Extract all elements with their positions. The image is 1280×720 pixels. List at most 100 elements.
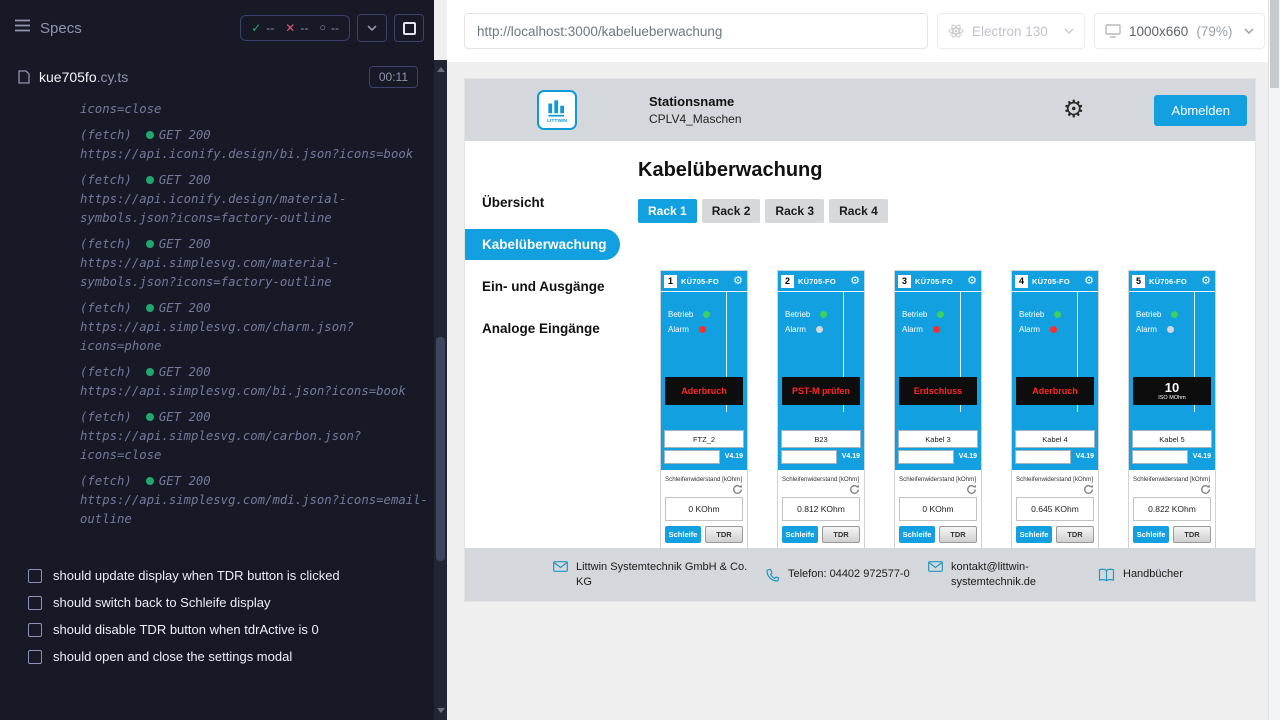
status-dot <box>146 477 154 485</box>
refresh-icon[interactable] <box>966 482 977 500</box>
log-entry[interactable]: (fetch)GET 200 https://api.simplesvg.com… <box>80 363 430 401</box>
test-title[interactable]: should switch back to Schleife display <box>0 589 420 616</box>
tdr-button[interactable]: TDR <box>1056 526 1094 543</box>
card-number: 4 <box>1015 275 1028 288</box>
version-input[interactable] <box>781 450 837 464</box>
schleife-button[interactable]: Schleife <box>899 526 935 543</box>
tdr-button[interactable]: TDR <box>1173 526 1211 543</box>
cable-name-input[interactable]: FTZ_2 <box>664 430 744 448</box>
test-title[interactable]: should disable TDR button when tdrActive… <box>0 616 420 643</box>
cable-name-input[interactable]: B23 <box>781 430 861 448</box>
card-gear-icon[interactable]: ⚙ <box>967 276 977 287</box>
browser-select[interactable]: Electron 130 <box>937 13 1085 49</box>
footer-email[interactable]: kontakt@littwin-systemtechnik.de <box>928 560 1098 590</box>
test-title[interactable]: should open and close the settings modal <box>0 643 420 670</box>
log-url: https://api.simplesvg.com/carbon.json?ic… <box>80 427 430 465</box>
settings-gear-icon[interactable]: ⚙ <box>1063 98 1085 122</box>
footer-manuals[interactable]: Handbücher <box>1098 567 1183 582</box>
version-input[interactable] <box>664 450 720 464</box>
scroll-up-arrow[interactable] <box>437 67 445 72</box>
measurement-value: 0.812 KOhm <box>782 497 860 521</box>
reporter-header: Specs ✓-- ✕-- ○-- <box>0 0 434 50</box>
test-box-icon <box>28 596 42 610</box>
tab-rack-4[interactable]: Rack 4 <box>829 199 888 223</box>
card-gear-icon[interactable]: ⚙ <box>1201 276 1211 287</box>
refresh-icon[interactable] <box>849 482 860 500</box>
url-input[interactable] <box>464 13 928 49</box>
specs-label[interactable]: Specs <box>40 20 82 37</box>
footer-phone[interactable]: Telefon: 04402 972577-0 <box>766 567 928 582</box>
test-box-icon <box>28 623 42 637</box>
status-display: 10 ISO MOhm <box>1133 377 1211 405</box>
log-entry[interactable]: (fetch)GET 200 https://api.simplesvg.com… <box>80 235 430 292</box>
alarm-led <box>816 326 823 333</box>
log-entry[interactable]: (fetch)GET 200 https://api.simplesvg.com… <box>80 472 430 529</box>
cable-name-input[interactable]: Kabel 5 <box>1132 430 1212 448</box>
schleife-button[interactable]: Schleife <box>1133 526 1169 543</box>
sidebar-item-ein-und-ausgaenge[interactable]: Ein- und Ausgänge <box>465 271 620 302</box>
card-gear-icon[interactable]: ⚙ <box>1084 276 1094 287</box>
firmware-version: V4.19 <box>725 453 743 460</box>
version-input[interactable] <box>1015 450 1071 464</box>
sidebar-item-uebersicht[interactable]: Übersicht <box>465 187 620 218</box>
log-entry[interactable]: (fetch)GET 200 https://api.simplesvg.com… <box>80 408 430 465</box>
cable-name-input[interactable]: Kabel 3 <box>898 430 978 448</box>
version-input[interactable] <box>1132 450 1188 464</box>
spec-file-row[interactable]: kue705fo.cy.ts 00:11 <box>18 66 418 88</box>
viewport-select[interactable]: 1000x660 (79%) <box>1094 13 1265 49</box>
log-line[interactable]: icons=close <box>80 100 430 119</box>
sidebar-item-analoge-eingaenge[interactable]: Analoge Eingänge <box>465 313 620 344</box>
log-entry[interactable]: (fetch)GET 200 https://api.simplesvg.com… <box>80 299 430 356</box>
refresh-icon[interactable] <box>1200 482 1211 500</box>
app-sidebar: Übersicht Kabelüberwachung Ein- und Ausg… <box>465 141 620 548</box>
refresh-icon[interactable] <box>732 482 743 500</box>
specs-menu-icon[interactable] <box>14 19 31 37</box>
alarm-led <box>1050 326 1057 333</box>
card-gear-icon[interactable]: ⚙ <box>733 276 743 287</box>
scrollbar-thumb[interactable] <box>436 337 445 561</box>
log-url: https://api.iconify.design/bi.json?icons… <box>80 145 430 164</box>
alarm-label: Alarm <box>1019 325 1040 334</box>
x-icon: ✕ <box>285 21 295 35</box>
reporter-scrollbar[interactable] <box>434 60 447 720</box>
cable-name-input[interactable]: Kabel 4 <box>1015 430 1095 448</box>
test-title[interactable]: should update display when TDR button is… <box>0 562 420 589</box>
browser-name: Electron 130 <box>972 24 1048 39</box>
test-box-icon <box>28 650 42 664</box>
schleife-button[interactable]: Schleife <box>1016 526 1052 543</box>
tdr-button[interactable]: TDR <box>705 526 743 543</box>
footer-company[interactable]: Littwin Systemtechnik GmbH & Co. KG <box>553 560 766 590</box>
betrieb-led <box>820 311 827 318</box>
page-scrollbar[interactable] <box>1268 0 1280 720</box>
tdr-button[interactable]: TDR <box>939 526 977 543</box>
log-url: https://api.simplesvg.com/charm.json?ico… <box>80 318 430 356</box>
tab-rack-2[interactable]: Rack 2 <box>702 199 761 223</box>
log-entry[interactable]: (fetch)GET 200 https://api.iconify.desig… <box>80 171 430 228</box>
tdr-button[interactable]: TDR <box>822 526 860 543</box>
card-number: 3 <box>898 275 911 288</box>
betrieb-led <box>937 311 944 318</box>
svg-text:LITTWIN: LITTWIN <box>547 118 567 124</box>
betrieb-led <box>1171 311 1178 318</box>
chevron-down-icon <box>1244 28 1254 34</box>
station-label: Stationsname <box>649 94 742 109</box>
scrollbar-thumb[interactable] <box>1270 0 1279 88</box>
version-input[interactable] <box>898 450 954 464</box>
status-dot <box>146 368 154 376</box>
schleife-button[interactable]: Schleife <box>665 526 701 543</box>
refresh-icon[interactable] <box>1083 482 1094 500</box>
tab-rack-3[interactable]: Rack 3 <box>765 199 824 223</box>
tab-rack-1[interactable]: Rack 1 <box>638 199 697 223</box>
betrieb-label: Betrieb <box>785 310 810 319</box>
sidebar-item-kabelueberwachung[interactable]: Kabelüberwachung <box>465 229 620 260</box>
logout-button[interactable]: Abmelden <box>1154 95 1247 126</box>
viewport-zoom: (79%) <box>1196 24 1232 39</box>
stop-button[interactable] <box>394 14 424 42</box>
alarm-label: Alarm <box>1136 325 1157 334</box>
scroll-down-arrow[interactable] <box>437 708 445 713</box>
collapse-button[interactable] <box>357 14 387 42</box>
card-gear-icon[interactable]: ⚙ <box>850 276 860 287</box>
log-entry[interactable]: (fetch)GET 200 https://api.iconify.desig… <box>80 126 430 164</box>
schleife-button[interactable]: Schleife <box>782 526 818 543</box>
stop-icon <box>403 22 416 35</box>
